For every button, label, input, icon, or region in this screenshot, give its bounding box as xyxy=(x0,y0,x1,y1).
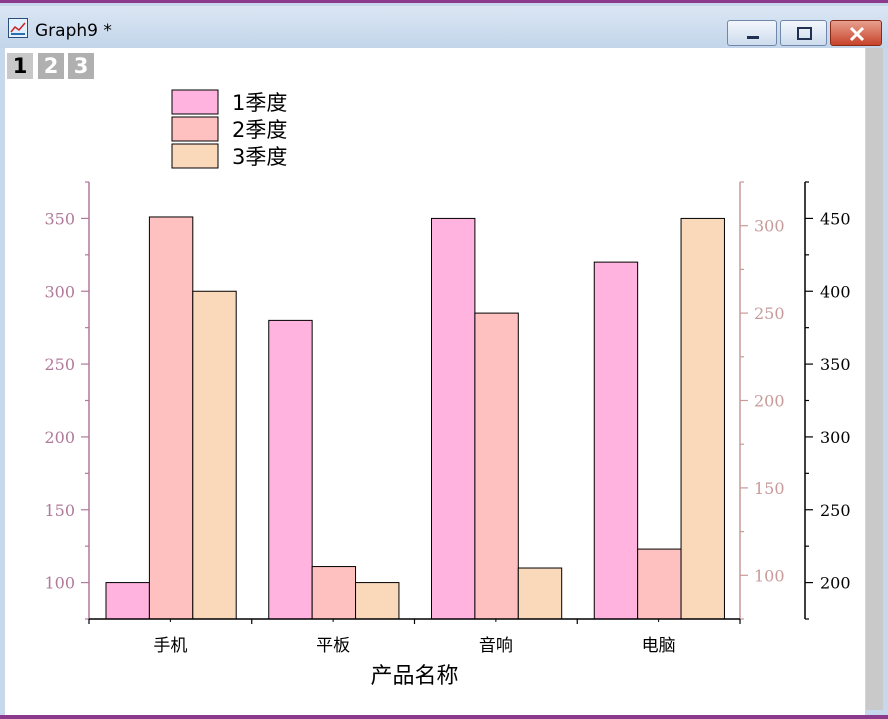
left-y-tick-label: 200 xyxy=(44,428,75,447)
bar-series2-1 xyxy=(148,216,194,620)
right-inner-y-tick-label: 100 xyxy=(754,566,785,585)
right-outer-y-tick-label: 200 xyxy=(820,574,851,593)
bar-series3-4 xyxy=(680,217,725,620)
left-y-tick-label: 350 xyxy=(44,209,75,228)
right-outer-y-tick-label: 250 xyxy=(820,501,851,520)
x-tick-label: 音响 xyxy=(479,636,513,656)
bar-series3-1 xyxy=(192,290,237,620)
bar-series1-3 xyxy=(431,217,476,620)
legend-label: 1季度 xyxy=(232,91,287,115)
legend-swatch xyxy=(171,143,219,169)
right-outer-y-tick-label: 450 xyxy=(820,209,851,228)
left-y-tick-label: 250 xyxy=(44,355,75,374)
bar-series2-3 xyxy=(474,312,519,620)
right-inner-y-tick-label: 300 xyxy=(754,217,785,236)
right-inner-y-tick-label: 150 xyxy=(754,479,785,498)
bar-chart: 100 150 200 250 300 350 100 150 200 250 300 200 250 3… xyxy=(44,89,851,689)
bar-series1-1 xyxy=(105,582,150,620)
x-axis-label: 产品名称 xyxy=(370,664,458,689)
right-outer-y-tick-label: 300 xyxy=(820,428,851,447)
bar-series1-2 xyxy=(268,319,313,620)
right-inner-y-tick-label: 200 xyxy=(754,392,785,411)
x-tick-label: 平板 xyxy=(316,636,350,656)
x-tick-label: 电脑 xyxy=(642,636,676,656)
bar-series3-3 xyxy=(517,567,563,620)
right-outer-y-tick-label: 400 xyxy=(820,282,851,301)
right-inner-y-tick-label: 250 xyxy=(754,304,785,323)
bar-series3-2 xyxy=(355,582,400,620)
left-y-tick-label: 300 xyxy=(44,282,75,301)
x-tick-label: 手机 xyxy=(153,636,187,656)
right-outer-y-tick-label: 350 xyxy=(820,355,851,374)
legend-swatch xyxy=(171,89,219,115)
graph-window: Graph9 * 1 2 3 100 150 200 250 300 350 100 150 2… xyxy=(0,0,888,719)
left-y-tick-label: 100 xyxy=(44,574,75,593)
bar-series2-4 xyxy=(637,548,682,620)
legend-swatch xyxy=(171,116,219,142)
left-y-tick-label: 150 xyxy=(44,501,75,520)
legend-label: 2季度 xyxy=(232,118,287,142)
bar-series1-4 xyxy=(593,261,639,620)
bar-series2-2 xyxy=(311,566,357,620)
legend-label: 3季度 xyxy=(232,145,287,169)
